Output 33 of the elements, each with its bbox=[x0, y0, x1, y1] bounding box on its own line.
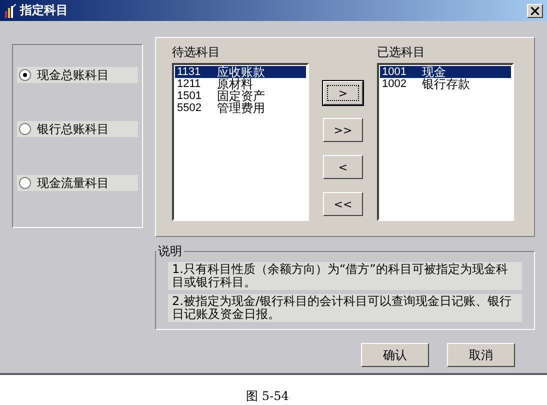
list-item[interactable]: 1131 应收账款 bbox=[175, 66, 306, 78]
radio-option[interactable]: 现金总账科目 bbox=[17, 67, 138, 83]
list-title: 待选科目 bbox=[172, 44, 221, 61]
radio-option[interactable]: 银行总账科目 bbox=[17, 121, 138, 137]
move-button[interactable]: >> bbox=[323, 118, 363, 142]
radio-option[interactable]: 现金流量科目 bbox=[17, 175, 138, 191]
group-title: 说明 bbox=[157, 243, 183, 260]
account-list[interactable]: 1001 现金 1002 银行存款 bbox=[377, 63, 514, 221]
chart-bars-icon bbox=[4, 4, 16, 18]
list-item[interactable]: 1501 固定资产 bbox=[175, 90, 306, 102]
list-item[interactable]: 5502 管理费用 bbox=[175, 102, 306, 114]
dialog-button[interactable]: 确认 bbox=[361, 343, 429, 367]
radio-icon[interactable] bbox=[19, 69, 31, 81]
note-text: 1.只有科目性质（余额方向）为“借方”的科目可被指定为现金科目或银行科目。 bbox=[168, 262, 522, 290]
list-item[interactable]: 1211 原材料 bbox=[175, 78, 306, 90]
note-text: 2.被指定为现金/银行科目的会计科目可以查询现金日记账、银行日记账及资金日报。 bbox=[168, 294, 522, 322]
list-item[interactable]: 1001 现金 bbox=[380, 66, 511, 78]
radio-icon[interactable] bbox=[19, 177, 31, 189]
account-list[interactable]: 1131 应收账款 1211 原材料 1501 固定资产 5502 管理费用 bbox=[172, 63, 309, 221]
figure-caption: 图 5-54 bbox=[246, 389, 289, 403]
radio-label: 现金总账科目 bbox=[37, 66, 109, 84]
move-button[interactable]: > bbox=[323, 81, 363, 105]
close-button[interactable] bbox=[527, 4, 543, 18]
radio-label: 银行总账科目 bbox=[37, 120, 109, 138]
dialog-button[interactable]: 取消 bbox=[447, 343, 515, 367]
radio-icon[interactable] bbox=[19, 123, 31, 135]
list-item[interactable]: 1002 银行存款 bbox=[380, 78, 511, 90]
move-button[interactable]: << bbox=[323, 192, 363, 216]
radio-label: 现金流量科目 bbox=[37, 174, 109, 192]
list-title: 已选科目 bbox=[377, 44, 426, 61]
close-icon bbox=[531, 6, 539, 14]
move-button[interactable]: < bbox=[323, 155, 363, 179]
window-title: 指定科目 bbox=[20, 2, 69, 19]
